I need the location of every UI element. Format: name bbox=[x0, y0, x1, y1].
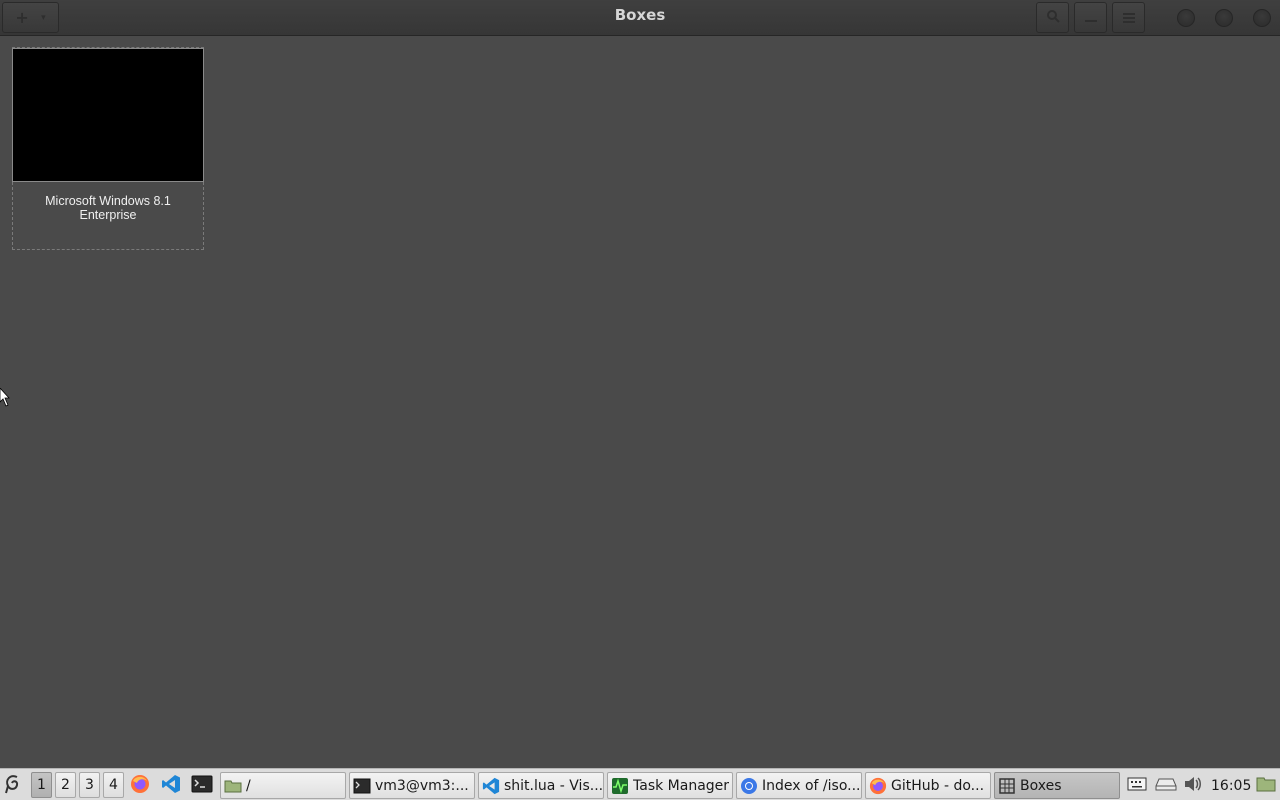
workspace-1[interactable]: 1 bbox=[31, 772, 52, 798]
terminal-launcher[interactable] bbox=[190, 772, 214, 799]
plus-icon: + bbox=[15, 8, 29, 27]
task-vscode[interactable]: shit.lua - Vis... bbox=[478, 772, 604, 799]
task-label: Task Manager bbox=[633, 777, 730, 794]
task-label: Index of /iso... bbox=[762, 777, 861, 794]
box-tile[interactable]: Microsoft Windows 8.1 Enterprise bbox=[12, 47, 204, 250]
task-label: GitHub - do... bbox=[891, 777, 985, 794]
close-button[interactable] bbox=[1253, 9, 1271, 27]
terminal-icon bbox=[353, 777, 371, 795]
terminal-icon bbox=[191, 775, 213, 797]
debian-swirl-icon bbox=[4, 773, 24, 799]
folder-icon bbox=[224, 777, 242, 795]
box-thumbnail[interactable] bbox=[12, 48, 204, 182]
applications-menu-button[interactable] bbox=[2, 772, 26, 799]
task-chromium[interactable]: Index of /iso... bbox=[736, 772, 862, 799]
drive-icon bbox=[1155, 776, 1177, 795]
keyboard-icon bbox=[1127, 776, 1147, 796]
drive-indicator[interactable] bbox=[1154, 772, 1178, 799]
vscode-launcher[interactable] bbox=[159, 772, 183, 799]
headerbar: + ▾ Boxes bbox=[0, 0, 1280, 36]
search-icon bbox=[1046, 8, 1060, 27]
search-button[interactable] bbox=[1036, 2, 1069, 33]
task-task-manager[interactable]: Task Manager bbox=[607, 772, 733, 799]
taskbar: 1 2 3 4 / vm3@vm3:... shit.lua - Vis... bbox=[0, 768, 1280, 800]
firefox-launcher[interactable] bbox=[128, 772, 152, 799]
keyboard-layout-indicator[interactable] bbox=[1126, 772, 1148, 799]
boxes-collection-view: Microsoft Windows 8.1 Enterprise bbox=[0, 36, 1280, 768]
chromium-icon bbox=[740, 777, 758, 795]
task-label: / bbox=[246, 777, 251, 794]
firefox-icon bbox=[130, 774, 150, 798]
desktop-folder-icon bbox=[1256, 775, 1276, 797]
boxes-icon bbox=[998, 777, 1016, 795]
new-box-button[interactable]: + ▾ bbox=[2, 2, 59, 33]
select-button[interactable] bbox=[1074, 2, 1107, 33]
workspace-3[interactable]: 3 bbox=[79, 772, 100, 798]
selection-icon bbox=[1084, 19, 1097, 22]
firefox-icon bbox=[869, 777, 887, 795]
hamburger-icon bbox=[1122, 16, 1135, 19]
show-desktop-button[interactable] bbox=[1254, 772, 1278, 799]
minimize-button[interactable] bbox=[1177, 9, 1195, 27]
volume-icon bbox=[1183, 775, 1203, 797]
volume-control[interactable] bbox=[1182, 772, 1204, 799]
maximize-button[interactable] bbox=[1215, 9, 1233, 27]
box-name: Microsoft Windows 8.1 Enterprise bbox=[45, 194, 171, 222]
task-terminal[interactable]: vm3@vm3:... bbox=[349, 772, 475, 799]
menu-button[interactable] bbox=[1112, 2, 1145, 33]
clock[interactable]: 16:05 bbox=[1211, 772, 1251, 799]
task-label: vm3@vm3:... bbox=[375, 777, 469, 794]
chevron-down-icon: ▾ bbox=[41, 12, 46, 23]
task-boxes[interactable]: Boxes bbox=[994, 772, 1120, 799]
workspace-2[interactable]: 2 bbox=[55, 772, 76, 798]
task-label: Boxes bbox=[1020, 777, 1062, 794]
mouse-pointer-icon bbox=[0, 388, 10, 407]
task-label: shit.lua - Vis... bbox=[504, 777, 603, 794]
task-file-manager[interactable]: / bbox=[220, 772, 346, 799]
task-firefox[interactable]: GitHub - do... bbox=[865, 772, 991, 799]
vscode-icon bbox=[482, 777, 500, 795]
workspace-4[interactable]: 4 bbox=[103, 772, 124, 798]
task-manager-icon bbox=[611, 777, 629, 795]
vscode-icon bbox=[161, 774, 181, 798]
